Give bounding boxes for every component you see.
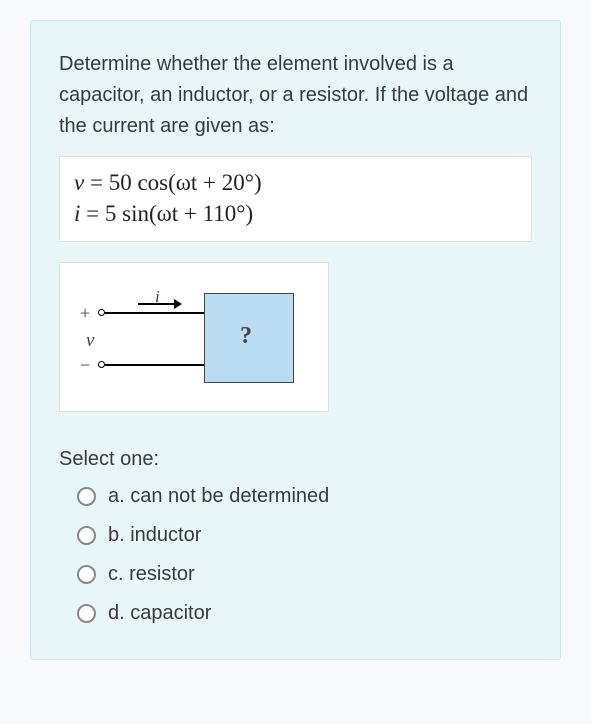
- current-arrow-head-icon: [174, 299, 182, 309]
- eq-v-var: v: [74, 170, 84, 195]
- option-b-label: b. inductor: [108, 524, 201, 547]
- circuit-diagram: + − v i ?: [59, 262, 329, 412]
- radio-a[interactable]: [77, 487, 96, 506]
- option-a-label: a. can not be determined: [108, 485, 329, 508]
- radio-d[interactable]: [77, 604, 96, 623]
- wire-bottom: [105, 364, 205, 366]
- question-card: Determine whether the element involved i…: [30, 20, 561, 660]
- terminal-top: [98, 309, 105, 316]
- option-a[interactable]: a. can not be determined: [77, 485, 532, 508]
- equation-current: i = 5 sin(ωt + 110°): [74, 198, 517, 229]
- options-group: a. can not be determined b. inductor c. …: [59, 485, 532, 625]
- eq-i-expr: = 5 sin(ωt + 110°): [80, 201, 253, 226]
- voltage-label: v: [86, 330, 94, 352]
- select-one-label: Select one:: [59, 448, 532, 471]
- terminal-bottom: [98, 361, 105, 368]
- polarity-plus: +: [80, 303, 90, 324]
- question-prompt: Determine whether the element involved i…: [59, 49, 532, 142]
- eq-v-expr: = 50 cos(ωt + 20°): [84, 170, 261, 195]
- polarity-minus: −: [80, 355, 90, 376]
- option-d-label: d. capacitor: [108, 602, 211, 625]
- radio-b[interactable]: [77, 526, 96, 545]
- wire-top: [105, 312, 205, 314]
- current-arrow-line: [138, 303, 176, 305]
- equations-block: v = 50 cos(ωt + 20°) i = 5 sin(ωt + 110°…: [59, 156, 532, 242]
- unknown-element-label: ?: [240, 323, 252, 350]
- radio-c[interactable]: [77, 565, 96, 584]
- option-b[interactable]: b. inductor: [77, 524, 532, 547]
- option-c[interactable]: c. resistor: [77, 563, 532, 586]
- option-c-label: c. resistor: [108, 563, 195, 586]
- option-d[interactable]: d. capacitor: [77, 602, 532, 625]
- equation-voltage: v = 50 cos(ωt + 20°): [74, 167, 517, 198]
